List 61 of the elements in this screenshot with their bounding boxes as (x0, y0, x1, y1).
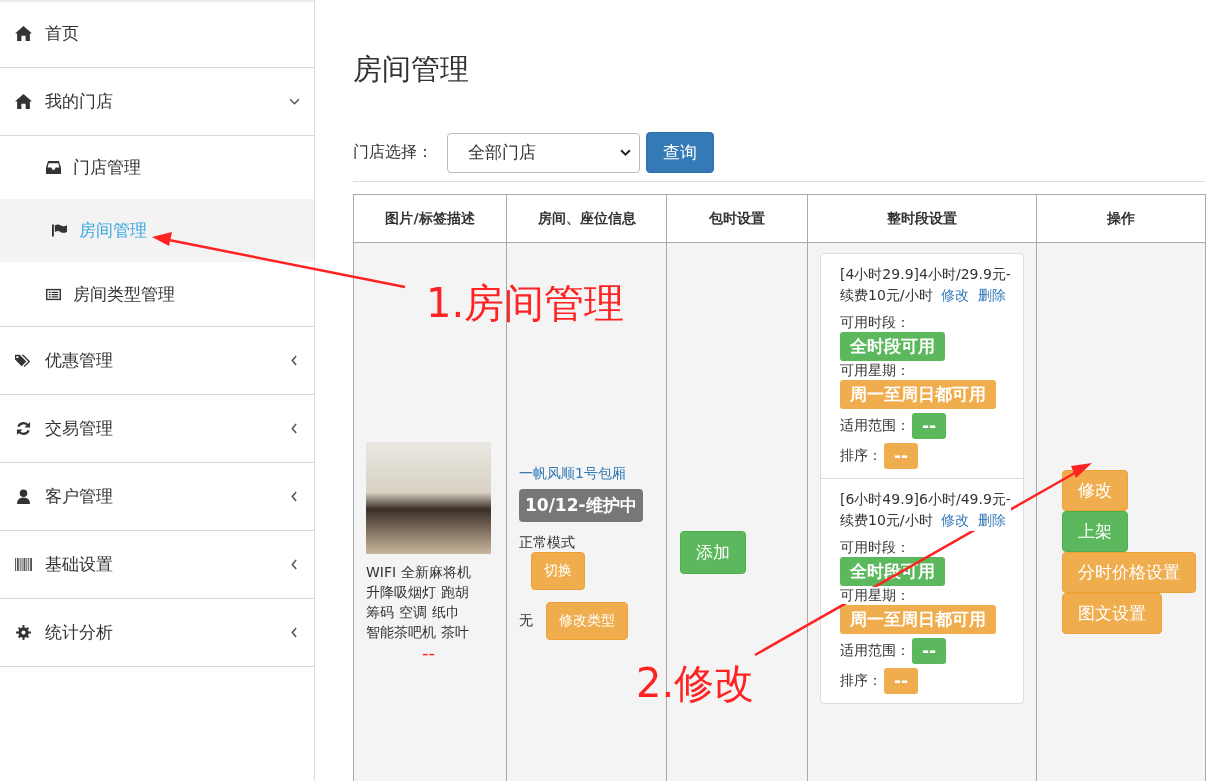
sidebar-item[interactable]: 统计分析 (0, 599, 314, 667)
action-button[interactable]: 上架 (1062, 511, 1128, 552)
settings-icon (15, 625, 32, 640)
period-badge: 全时段可用 (840, 332, 945, 361)
sort-badge: -- (884, 668, 919, 694)
tag-note: -- (421, 641, 436, 663)
tag-text: 纸巾 (432, 602, 460, 622)
room-type-text: 无 (519, 611, 533, 630)
room-name-link[interactable]: 一帆风顺1号包厢 (519, 464, 626, 481)
tag-text: WIFI (366, 562, 397, 582)
sidebar-subitem[interactable]: 门店管理 (0, 136, 314, 199)
price-rule-text: [6小时49.9]6小时/49.9元-续费10元/小时 修改 删除 (840, 489, 1011, 531)
scope-badge: -- (912, 638, 947, 664)
column-header: 图片/标签描述 (353, 194, 507, 243)
barcode-icon (15, 557, 32, 572)
column-header: 包时设置 (666, 194, 808, 243)
inbox-icon (46, 161, 61, 174)
tag-text: 筹码 (366, 602, 394, 622)
delete-link[interactable]: 删除 (978, 287, 1007, 303)
sidebar-item[interactable]: 基础设置 (0, 531, 314, 599)
scope-badge: -- (912, 413, 947, 439)
tag-text: 茶叶 (441, 622, 469, 642)
page-title: 房间管理 (353, 51, 470, 88)
weekday-badge: 周一至周日都可用 (840, 380, 996, 409)
home-icon (15, 94, 32, 109)
store-select[interactable]: 全部门店 (447, 132, 640, 173)
column-header: 房间、座位信息 (506, 194, 667, 243)
sidebar-item[interactable]: 我的门店 (0, 68, 314, 136)
home-icon (15, 26, 32, 41)
edit-link[interactable]: 修改 (941, 287, 970, 303)
column-header: 操作 (1036, 194, 1206, 243)
sidebar-item[interactable]: 交易管理 (0, 395, 314, 463)
tag-text: 空调 (399, 602, 427, 622)
sidebar-item[interactable]: 首页 (0, 0, 314, 68)
query-button[interactable]: 查询 (646, 132, 714, 173)
store-filter-label: 门店选择： (353, 142, 433, 163)
tag-text: 升降吸烟灯 (366, 582, 436, 602)
weekday-badge: 周一至周日都可用 (840, 605, 996, 634)
sidebar-subitem[interactable]: 房间管理 (0, 199, 314, 262)
mode-text: 正常模式 (519, 533, 576, 552)
room-status-badge: 10/12-维护中 (519, 488, 643, 522)
delete-link[interactable]: 删除 (978, 512, 1007, 528)
sidebar-item[interactable]: 优惠管理 (0, 327, 314, 395)
annotation-text: 1.房间管理 (426, 279, 625, 328)
list-icon (46, 287, 61, 301)
tag-text: 智能茶吧机 (366, 622, 436, 642)
sidebar-subitem[interactable]: 房间类型管理 (0, 262, 314, 326)
tags-icon (15, 353, 32, 368)
annotation-text: 2.修改 (636, 659, 755, 708)
flag-icon (52, 224, 67, 237)
tag-text: 全新麻将机 (401, 562, 472, 582)
add-button[interactable]: 添加 (680, 530, 746, 574)
tag-text: 跑胡 (441, 582, 469, 602)
edit-link[interactable]: 修改 (941, 512, 970, 528)
sidebar-item[interactable]: 客户管理 (0, 463, 314, 531)
chevron-down-icon (620, 147, 631, 158)
sort-badge: -- (884, 443, 919, 469)
user-icon (15, 489, 32, 504)
price-rule-text: [4小时29.9]4小时/29.9元-续费10元/小时 修改 删除 (840, 264, 1011, 306)
refresh-icon (15, 421, 32, 436)
column-header: 整时段设置 (807, 194, 1037, 243)
